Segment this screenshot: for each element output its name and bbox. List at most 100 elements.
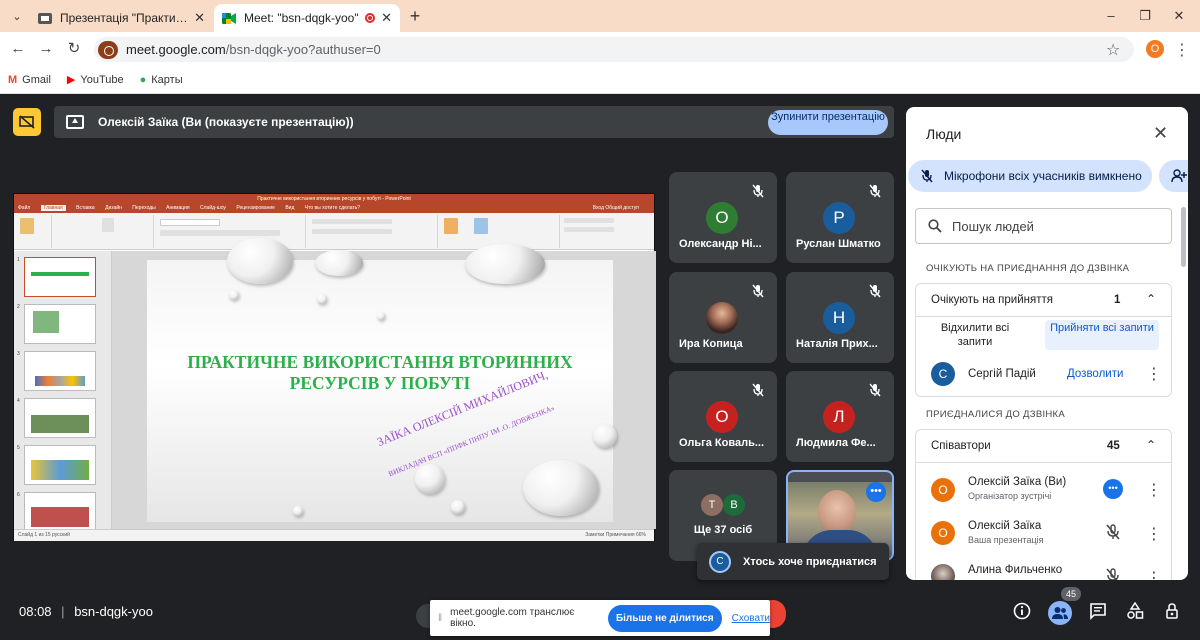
participant-tile[interactable]: О Ольга Коваль... (669, 371, 777, 462)
bookmark-gmail[interactable]: M Gmail (8, 74, 51, 86)
participant-tile[interactable]: Ира Копица (669, 272, 777, 363)
more-options-icon[interactable]: ⋮ (1146, 524, 1162, 544)
waiting-count: 1 (1114, 294, 1121, 306)
bookmark-star-icon[interactable]: ☆ (1106, 40, 1120, 60)
ppt-menu-item: Анимация (166, 205, 190, 211)
recording-icon (365, 13, 376, 23)
new-tab-button[interactable]: + (404, 5, 426, 27)
participant-tile[interactable]: Н Наталія Прих... (786, 272, 894, 363)
panel-scrollbar[interactable] (1181, 207, 1186, 267)
ppt-menu-right: Вход Общий доступ (592, 205, 639, 211)
divider (916, 462, 1171, 463)
bookmark-youtube[interactable]: ▶ YouTube (66, 73, 124, 87)
ppt-menu-item: Слайд-шоу (200, 205, 226, 211)
participant-name: Людмила Фе... (796, 437, 876, 449)
water-drop (293, 506, 303, 516)
present-screen-icon (66, 115, 84, 129)
more-options-icon[interactable]: ⋮ (1146, 480, 1162, 500)
slide-thumbnail[interactable] (24, 351, 96, 391)
thumbnail-number: 3 (17, 351, 20, 357)
chat-icon[interactable] (1088, 602, 1108, 622)
slide-thumbnail[interactable] (24, 398, 96, 438)
slide-thumbnail[interactable] (24, 257, 96, 297)
close-tab-icon[interactable]: ✕ (381, 10, 392, 26)
ppt-menu-item: Вставка (76, 205, 95, 211)
avatar: С (709, 550, 731, 573)
chevron-up-icon[interactable]: ⌃ (1146, 438, 1156, 452)
editing-row (564, 218, 614, 223)
water-drop (317, 294, 327, 304)
ppt-menu-item: Вид (285, 205, 295, 211)
bookmark-label: YouTube (80, 73, 124, 86)
slide-thumbnail[interactable] (24, 304, 96, 344)
url-path: /bsn-dqgk-yoo?authuser=0 (225, 42, 381, 57)
slide-thumbnail[interactable] (24, 492, 96, 532)
participant-count-badge: 45 (1061, 587, 1081, 601)
stop-sharing-button[interactable]: Більше не ділитися (607, 604, 722, 632)
close-panel-icon[interactable]: ✕ (1153, 123, 1168, 144)
mic-off-icon[interactable] (1105, 524, 1121, 540)
bookmark-maps[interactable]: ● Карты (140, 74, 183, 86)
water-drop (451, 500, 465, 514)
youtube-icon: ▶ (66, 74, 76, 86)
meeting-info-icon[interactable] (1012, 602, 1032, 622)
browser-menu-icon[interactable]: ⋮ (1174, 40, 1190, 60)
address-bar[interactable]: meet.google.com/bsn-dqgk-yoo?authuser=0 (94, 37, 1134, 62)
profile-avatar[interactable]: О (1146, 40, 1164, 58)
stop-presenting-button[interactable]: Зупинити презентацію (768, 110, 888, 135)
water-drop (377, 312, 385, 320)
avatar-photo (931, 564, 955, 580)
joined-box: Співавтори 45 ⌃ О Олексій Заїка (Ви) Орг… (915, 429, 1172, 580)
waiting-header: Очікують на прийняття (931, 294, 1053, 306)
hide-banner-link[interactable]: Сховати (732, 613, 770, 624)
more-options-icon[interactable]: ••• (866, 482, 886, 502)
participant-tile[interactable]: Л Людмила Фе... (786, 371, 894, 462)
arrange-icon (444, 218, 458, 234)
participant-tile[interactable]: О Олександр Ні... (669, 172, 777, 263)
tab-presentation[interactable]: Презентація "Практичне викорис ✕ (30, 4, 213, 32)
mute-all-button[interactable]: Мікрофони всіх учасників вимкнено (908, 160, 1152, 192)
add-people-button[interactable] (1159, 160, 1188, 192)
mic-off-icon (752, 383, 764, 397)
presenting-indicator-icon (13, 108, 41, 136)
thumbnail-number: 2 (17, 304, 20, 310)
activities-icon[interactable] (1125, 601, 1145, 622)
tab-search-icon[interactable]: ⌄ (8, 7, 26, 25)
avatar: Н (823, 302, 855, 334)
tab-meet[interactable]: Meet: "bsn-dqgk-yoo" ✕ (214, 4, 400, 32)
more-options-icon[interactable]: ⋮ (1146, 364, 1162, 384)
deny-all-button[interactable]: Відхилити всі запити (930, 321, 1020, 349)
minimize-icon[interactable]: – (1096, 6, 1126, 26)
close-window-icon[interactable]: ✕ (1164, 6, 1194, 26)
reload-icon[interactable]: ↻ (64, 40, 84, 58)
join-request-toast[interactable]: С Хтось хоче приєднатися (697, 543, 889, 580)
participant-tile[interactable]: Р Руслан Шматко (786, 172, 894, 263)
thumbnail-number: 4 (17, 398, 20, 404)
host-controls-icon[interactable] (1162, 602, 1182, 622)
participant-name: Олексій Заїка (Ви) (968, 476, 1067, 488)
mic-off-icon[interactable] (1105, 568, 1121, 580)
more-options-icon[interactable]: ⋮ (1146, 568, 1162, 580)
close-tab-icon[interactable]: ✕ (194, 10, 205, 26)
waiting-section-title: ОЧІКУЮТЬ НА ПРИЄДНАННЯ ДО ДЗВІНКА (926, 263, 1130, 274)
admit-button[interactable]: Дозволити (1067, 368, 1123, 380)
site-info-icon[interactable] (98, 40, 118, 59)
people-icon[interactable] (1048, 601, 1072, 625)
panel-title: Люди (926, 126, 962, 142)
avatar: Т (701, 494, 723, 516)
drag-handle-icon[interactable]: ‖ (438, 613, 442, 624)
current-slide: ПРАКТИЧНЕ ВИКОРИСТАННЯ ВТОРИННИХ РЕСУРСІ… (147, 238, 617, 522)
avatar: О (931, 521, 955, 545)
styles-icon (474, 218, 488, 234)
url-host: meet.google.com (126, 42, 226, 57)
chevron-up-icon[interactable]: ⌃ (1146, 292, 1156, 306)
accept-all-button[interactable]: Прийняти всі запити (1045, 320, 1159, 350)
slide-thumbnail[interactable] (24, 445, 96, 485)
forward-icon[interactable]: → (36, 40, 56, 58)
people-panel: Люди ✕ Мікрофони всіх учасників вимкнено… (906, 107, 1188, 580)
back-icon[interactable]: ← (8, 40, 28, 58)
screen-share-banner: ‖ meet.google.com транслює вікно. Більше… (430, 600, 770, 636)
search-people-input[interactable]: Пошук людей (915, 208, 1172, 244)
paste-icon (20, 218, 34, 234)
maximize-icon[interactable]: ❐ (1130, 6, 1160, 26)
